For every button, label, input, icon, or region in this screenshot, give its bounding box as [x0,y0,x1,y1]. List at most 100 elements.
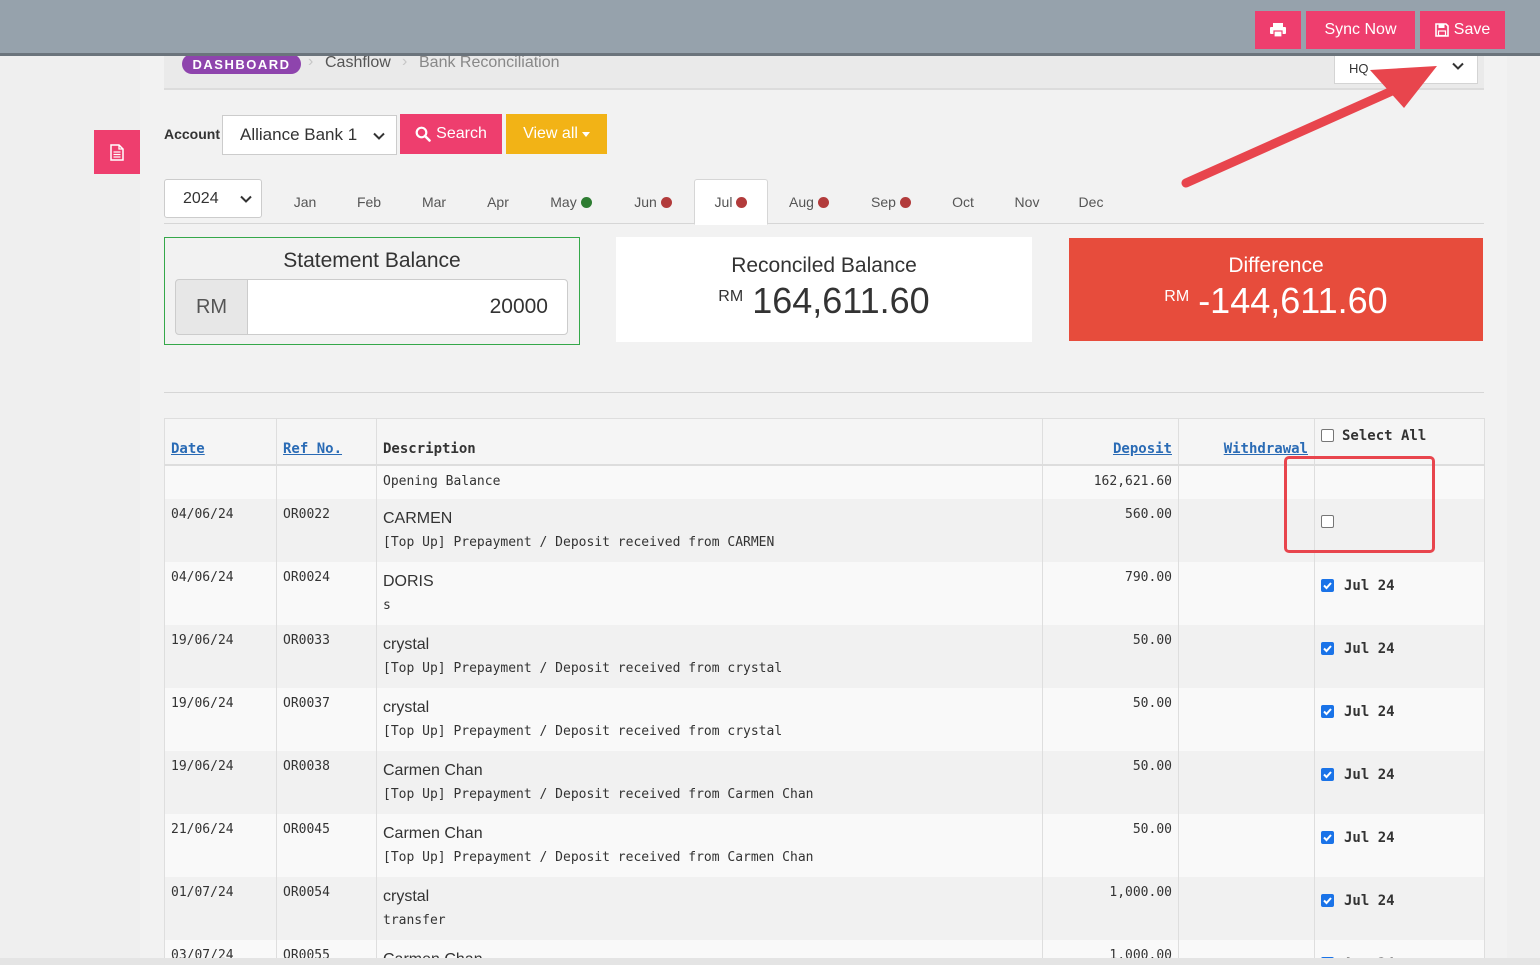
column-header-date[interactable]: Date [164,418,277,466]
row-checkbox[interactable] [1321,831,1334,844]
tab-label: Apr [487,194,509,210]
statement-balance-input[interactable]: 20000 [247,279,568,335]
cell-select: Jul 24 [1314,561,1485,625]
description-name: crystal [383,887,430,905]
statement-balance-card: Statement Balance RM 20000 [164,237,580,345]
tab-label: Jun [634,194,657,210]
cell-description: Carmen Chan [Top Up] Prepayment / Deposit… [376,750,1043,814]
row-checkbox[interactable] [1321,768,1334,781]
description-name: DORIS [383,572,434,590]
breadcrumb-dashboard[interactable]: DASHBOARD [182,56,301,74]
reconciled-period: Jul 24 [1344,892,1395,909]
select-all-checkbox[interactable] [1321,429,1334,442]
row-checkbox[interactable] [1321,894,1334,907]
printer-icon [1270,23,1286,38]
branch-select[interactable]: HQ [1334,56,1478,84]
year-select[interactable]: 2024 [164,179,262,218]
tab-jan[interactable]: Jan [276,179,334,225]
account-select[interactable]: Alliance Bank 1 [222,115,397,155]
tab-label: Jan [293,194,317,210]
column-header-ref[interactable]: Ref No. [276,418,377,466]
table-row: 19/06/24 OR0033 crystal [Top Up] Prepayment… [164,624,1485,688]
caret-down-icon [581,131,590,137]
cell-withdrawal [1178,561,1315,625]
difference-card: Difference RM -144,611.60 [1069,238,1483,341]
sort-deposit-link[interactable]: Deposit [1113,441,1172,457]
cell-ref: OR0054 [276,876,377,940]
description-name: crystal [383,635,430,653]
column-header-deposit[interactable]: Deposit [1042,418,1179,466]
sort-ref-link[interactable]: Ref No. [283,441,342,457]
reconciled-period: Jul 24 [1344,703,1395,720]
tab-oct[interactable]: Oct [934,179,992,225]
table-row: 21/06/24 OR0045 Carmen Chan [Top Up] Prepay… [164,813,1485,877]
view-all-button[interactable]: View all [506,114,607,154]
reconciled-balance-value: 164,611.60 [752,280,930,321]
cell-date: 21/06/24 [164,813,277,877]
search-button[interactable]: Search [400,114,502,154]
checkmark-icon [1323,897,1332,905]
sort-date-link[interactable]: Date [171,441,205,457]
print-button[interactable] [1255,11,1301,49]
tab-sep[interactable]: Sep [858,179,924,225]
reconciled-period: Jul 24 [1344,829,1395,846]
difference-value: -144,611.60 [1198,280,1388,321]
sidebar-document-button[interactable] [94,130,140,174]
tab-mar[interactable]: Mar [405,179,463,225]
tab-jun[interactable]: Jun [620,179,686,225]
table-row: 04/06/24 OR0024 DORIS s 790.00 Jul 24 [164,561,1485,625]
difference-currency: RM [1164,288,1190,305]
table-row: 01/07/24 OR0054 crystal transfer 1,000.00 Jul… [164,876,1485,940]
tab-aug[interactable]: Aug [776,179,842,225]
cell-ref [276,464,377,499]
reconciled-period: Jul 24 [1344,577,1395,594]
cell-date: 19/06/24 [164,624,277,688]
cell-ref: OR0033 [276,624,377,688]
cell-select: Jul 24 [1314,687,1485,751]
cell-description: crystal [Top Up] Prepayment / Deposit rec… [376,687,1043,751]
sync-now-button[interactable]: Sync Now [1306,11,1415,49]
cell-deposit: 560.00 [1042,498,1179,562]
checkmark-icon [1323,771,1332,779]
tab-label: Nov [1014,194,1040,210]
view-all-label: View all [523,125,578,142]
reconciled-balance-card: Reconciled Balance RM 164,611.60 [616,237,1032,342]
description-detail: [Top Up] Prepayment / Deposit received f… [383,534,775,550]
statement-currency: RM [175,279,248,335]
row-checkbox[interactable] [1321,579,1334,592]
status-dot-red-icon [899,196,911,208]
cell-date: 01/07/24 [164,876,277,940]
cell-date: 04/06/24 [164,498,277,562]
breadcrumb: DASHBOARD › Cashflow › Bank Reconciliati… [164,56,1484,90]
tab-may[interactable]: May [538,179,604,225]
checkmark-icon [1323,708,1332,716]
description-name: Carmen Chan [383,824,483,842]
tab-feb[interactable]: Feb [340,179,398,225]
cell-withdrawal [1178,687,1315,751]
cell-deposit: 50.00 [1042,750,1179,814]
tab-label: Sep [871,194,896,210]
description-name: Carmen Chan [383,761,483,779]
cell-select: Jul 24 [1314,750,1485,814]
document-icon [110,143,124,161]
tab-dec[interactable]: Dec [1062,179,1120,225]
cell-select: Jul 24 [1314,813,1485,877]
save-label: Save [1453,21,1491,38]
row-checkbox[interactable] [1321,705,1334,718]
sort-withdrawal-link[interactable]: Withdrawal [1224,441,1308,457]
row-checkbox[interactable] [1321,642,1334,655]
cell-ref: OR0045 [276,813,377,877]
tab-label: Mar [421,194,447,210]
tab-jul[interactable]: Jul [694,179,768,225]
save-button[interactable]: Save [1420,11,1505,49]
description-detail: [Top Up] Prepayment / Deposit received f… [383,786,814,802]
search-icon [415,126,431,142]
cell-ref: OR0022 [276,498,377,562]
sync-now-label: Sync Now [1324,21,1397,38]
cell-withdrawal [1178,813,1315,877]
select-all-label: Select All [1342,427,1427,444]
tab-apr[interactable]: Apr [469,179,527,225]
breadcrumb-cashflow[interactable]: Cashflow [325,56,391,72]
tab-label: Dec [1078,194,1104,210]
tab-nov[interactable]: Nov [998,179,1056,225]
